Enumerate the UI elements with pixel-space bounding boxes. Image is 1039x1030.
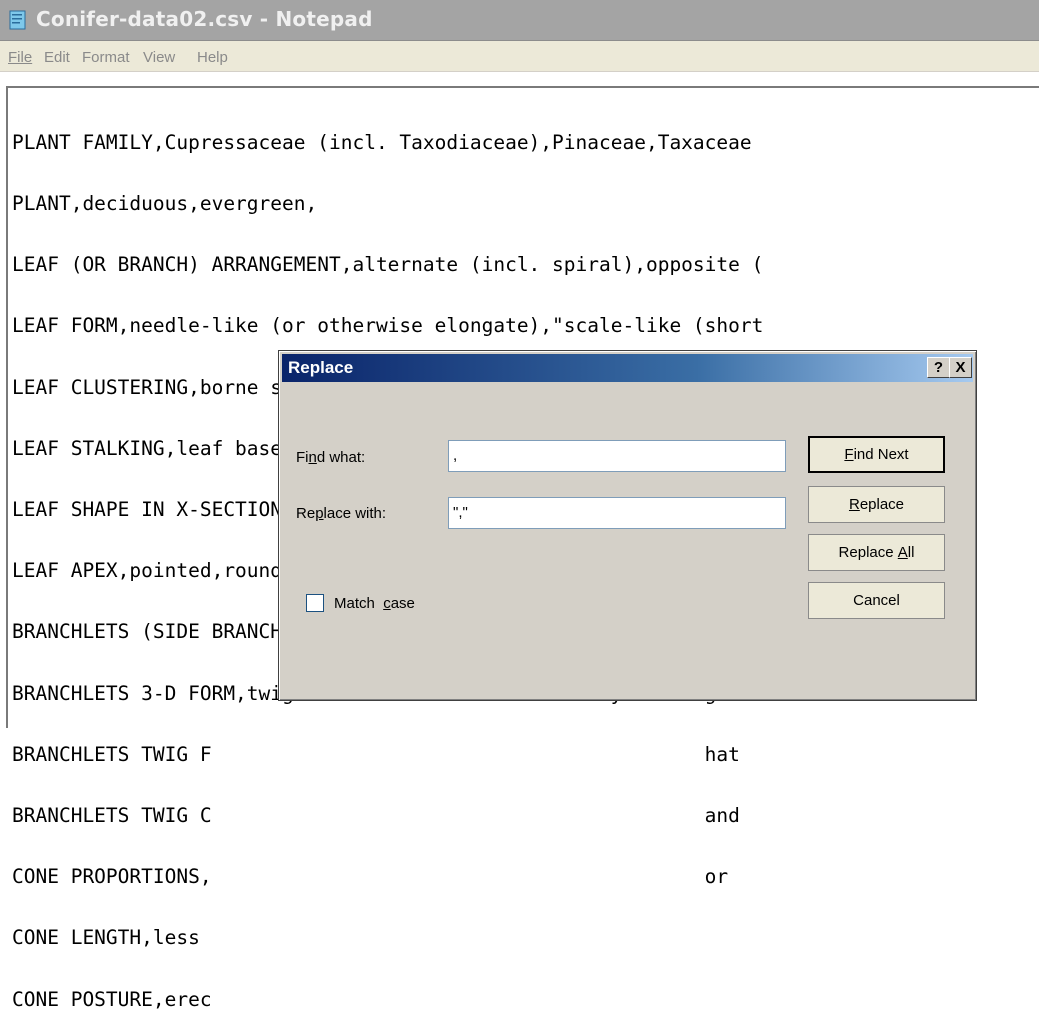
help-button[interactable]: ? — [927, 357, 950, 378]
match-case-label-part: ase — [390, 595, 415, 612]
replace-all-button[interactable]: Replace All — [808, 534, 945, 571]
notepad-icon — [9, 10, 26, 30]
find-next-label-part: ind Next — [853, 446, 909, 463]
find-what-input[interactable]: , — [448, 440, 786, 472]
window-title: Conifer-data02.csv - Notepad — [36, 7, 373, 31]
menu-help-label: Help — [197, 49, 228, 66]
match-case-access-key: c — [383, 595, 391, 612]
find-label-part: Fi — [296, 449, 309, 466]
close-button[interactable]: X — [949, 357, 972, 378]
find-next-button[interactable]: Find Next — [808, 436, 945, 473]
replace-label-part: Re — [296, 505, 316, 522]
replace-with-input[interactable]: "," — [448, 497, 786, 529]
replace-access-key: R — [848, 496, 860, 513]
menu-view[interactable]: View — [143, 49, 175, 66]
editor-line: CONE LENGTH,less — [12, 926, 200, 950]
cancel-button[interactable]: Cancel — [808, 582, 945, 619]
editor-line: BRANCHLETS TWIG F hat — [12, 742, 740, 766]
menu-edit[interactable]: Edit — [44, 49, 70, 66]
replace-label-part: eplace — [859, 496, 905, 513]
menu-help[interactable]: Help — [197, 49, 228, 66]
replace-all-label-part: ll — [907, 544, 915, 561]
editor-line: BRANCHLETS TWIG C and — [12, 804, 740, 828]
window-title-bar[interactable]: Conifer-data02.csv - Notepad — [0, 0, 1039, 41]
menu-bar: File Edit Format View Help — [0, 41, 1039, 72]
menu-format[interactable]: Format — [82, 49, 130, 66]
editor-line: PLANT FAMILY,Cupressaceae (incl. Taxodia… — [12, 130, 752, 154]
menu-view-label: View — [143, 49, 176, 66]
replace-button[interactable]: Replace — [808, 486, 945, 523]
editor-line: LEAF FORM,needle-like (or otherwise elon… — [12, 314, 764, 338]
find-label-part: d what: — [316, 449, 366, 466]
editor-line: PLANT,deciduous,evergreen, — [12, 192, 318, 216]
menu-file[interactable]: File — [8, 49, 32, 66]
editor-line: CONE PROPORTIONS, or — [12, 865, 729, 889]
menu-edit-label: Edit — [44, 49, 70, 66]
replace-all-label-part: Replace — [838, 544, 894, 561]
replace-with-label: Replace with: — [296, 505, 386, 522]
editor-line: LEAF (OR BRANCH) ARRANGEMENT,alternate (… — [12, 253, 764, 277]
replace-label-access-key: p — [315, 505, 324, 522]
menu-file-label: File — [8, 49, 33, 66]
match-case-checkbox[interactable] — [306, 594, 324, 612]
editor-line: CONE POSTURE,erec — [12, 987, 212, 1011]
replace-all-access-key: A — [897, 544, 908, 561]
dialog-title-bar[interactable]: Replace ? X — [282, 354, 973, 382]
find-label-access-key: n — [308, 449, 317, 466]
menu-format-label: Format — [82, 49, 130, 66]
match-case-label-part: Match — [334, 595, 380, 612]
find-next-access-key: F — [844, 446, 854, 463]
replace-label-part: lace with: — [323, 505, 387, 522]
match-case-label[interactable]: Match case — [334, 595, 415, 612]
replace-dialog: Replace ? X Find what: , Replace with: "… — [278, 350, 977, 701]
find-what-label: Find what: — [296, 449, 365, 466]
dialog-title: Replace — [288, 358, 354, 377]
